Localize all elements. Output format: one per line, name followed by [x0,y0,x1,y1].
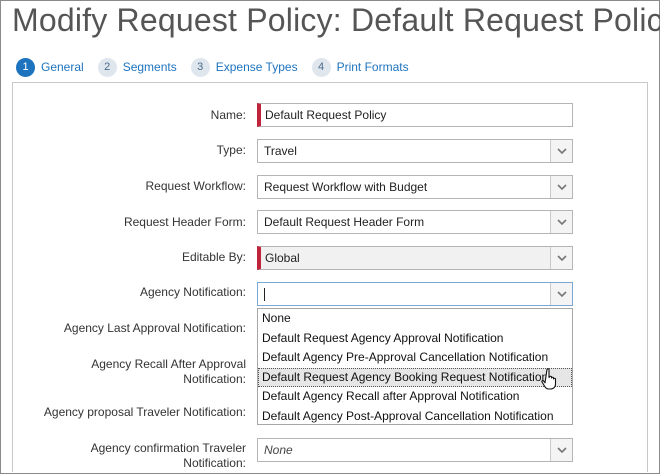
chevron-down-icon[interactable] [550,140,572,162]
page-title: Modify Request Policy: Default Request P… [12,2,660,38]
agency-last-approval-label: Agency Last Approval Notification: [63,321,246,335]
chevron-down-icon[interactable] [550,176,572,198]
step-label: Expense Types [215,60,298,74]
dropdown-option-hovered[interactable]: Default Request Agency Booking Request N… [258,367,572,387]
step-general[interactable]: 1 General [16,57,84,77]
step-segments[interactable]: 2 Segments [97,57,177,77]
step-label: General [41,60,84,74]
agency-recall-label-line2: Notification: [183,372,246,386]
editable-by-label: Editable By: [181,250,246,264]
agency-confirmation-value: None [264,443,293,457]
dropdown-option[interactable]: None [258,309,572,329]
step-number: 3 [190,57,210,77]
type-select[interactable]: Travel [257,139,573,163]
step-expense-types[interactable]: 3 Expense Types [190,57,298,77]
dropdown-option[interactable]: Default Agency Recall after Approval Not… [258,387,572,407]
chevron-down-icon[interactable] [550,247,572,269]
step-number: 1 [16,57,35,77]
name-label: Name: [210,108,246,122]
dropdown-option[interactable]: Default Agency Post-Approval Cancellatio… [258,407,572,427]
dropdown-option[interactable]: Default Request Agency Approval Notifica… [258,329,572,349]
chevron-down-icon[interactable] [550,211,572,233]
agency-notification-label: Agency Notification: [139,285,246,299]
header-form-value: Default Request Header Form [264,215,425,229]
step-print-formats[interactable]: 4 Print Formats [311,57,409,77]
type-label: Type: [216,143,246,157]
step-label: Segments [122,60,177,74]
chevron-down-icon[interactable] [550,439,572,461]
name-value: Default Request Policy [265,108,387,122]
workflow-select[interactable]: Request Workflow with Budget [257,175,573,199]
step-number: 2 [97,57,117,77]
dropdown-option[interactable]: Default Agency Pre-Approval Cancellation… [258,348,572,368]
agency-confirmation-select[interactable]: None [257,438,573,462]
step-number: 4 [311,57,331,77]
agency-proposal-label: Agency proposal Traveler Notification: [43,405,246,419]
step-label: Print Formats [336,60,409,74]
workflow-label: Request Workflow: [145,179,246,193]
wizard-steps: 1 General 2 Segments 3 Expense Types 4 P… [16,57,423,77]
header-form-select[interactable]: Default Request Header Form [257,210,573,234]
header-form-label: Request Header Form: [123,215,246,229]
editable-by-select[interactable]: Global [257,246,573,270]
agency-notification-dropdown: None Default Request Agency Approval Not… [257,308,573,425]
name-field[interactable]: Default Request Policy [257,103,573,127]
text-caret [264,288,265,302]
workflow-value: Request Workflow with Budget [264,180,428,194]
editable-by-value: Global [265,251,300,265]
type-value: Travel [264,144,297,158]
hand-pointer-icon [541,368,557,390]
agency-confirmation-label-line1: Agency confirmation Traveler [90,441,246,455]
agency-recall-label-line1: Agency Recall After Approval [91,357,246,371]
chevron-down-icon[interactable] [550,283,572,305]
agency-notification-select[interactable] [257,282,573,306]
agency-confirmation-label-line2: Notification: [183,456,246,470]
